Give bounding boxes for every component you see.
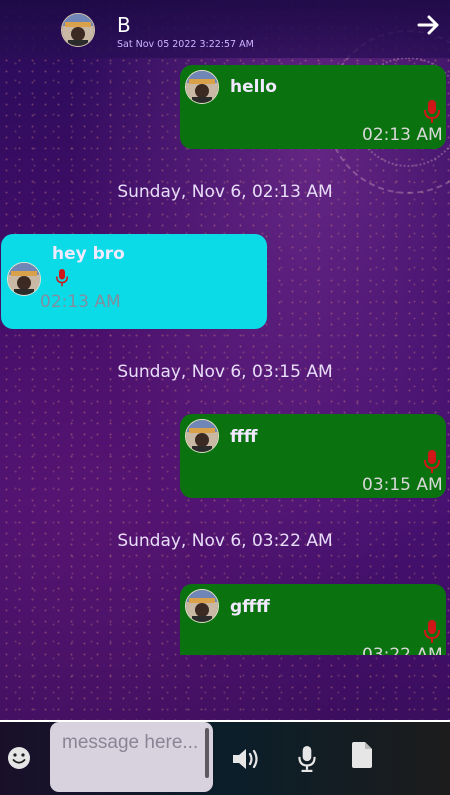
avatar	[7, 262, 41, 296]
mic-icon[interactable]	[424, 450, 440, 474]
message-time: 03:15 AM	[362, 475, 443, 495]
message-text: ffff	[230, 427, 258, 447]
chat-header: B Sat Nov 05 2022 3:22:57 AM	[0, 0, 450, 58]
mic-icon[interactable]	[424, 100, 440, 124]
contact-avatar[interactable]	[61, 13, 95, 47]
message-bubble-incoming[interactable]: hey bro 02:13 AM	[1, 234, 267, 329]
speaker-icon[interactable]	[230, 744, 264, 774]
message-text: gffff	[230, 597, 270, 617]
message-list[interactable]: hello 02:13 AM Sunday, Nov 6, 02:13 AM h…	[0, 58, 450, 655]
mic-icon[interactable]	[290, 744, 324, 774]
avatar	[185, 70, 219, 104]
avatar	[185, 589, 219, 623]
message-bubble-outgoing[interactable]: hello 02:13 AM	[180, 65, 446, 149]
arrow-right-icon[interactable]	[416, 12, 442, 38]
file-icon[interactable]	[345, 740, 379, 770]
message-input[interactable]	[50, 722, 213, 792]
message-time: 02:13 AM	[40, 292, 121, 312]
message-time: 02:13 AM	[362, 125, 443, 145]
input-scrollbar[interactable]	[205, 728, 209, 778]
message-bubble-outgoing[interactable]: ffff 03:15 AM	[180, 414, 446, 498]
emoji-icon[interactable]	[7, 746, 31, 770]
last-seen-timestamp: Sat Nov 05 2022 3:22:57 AM	[117, 39, 254, 50]
date-separator: Sunday, Nov 6, 03:22 AM	[117, 531, 333, 551]
contact-name: B	[117, 13, 131, 37]
date-separator: Sunday, Nov 6, 03:15 AM	[117, 362, 333, 382]
date-separator: Sunday, Nov 6, 02:13 AM	[117, 182, 333, 202]
message-composer	[0, 720, 450, 795]
message-bubble-outgoing[interactable]: gffff 03:22 AM	[180, 584, 446, 655]
avatar	[185, 419, 219, 453]
message-text: hello	[230, 77, 277, 97]
mic-icon[interactable]	[424, 620, 440, 644]
mic-icon[interactable]	[56, 269, 68, 287]
message-time: 03:22 AM	[362, 645, 443, 655]
message-text: hey bro	[52, 244, 125, 264]
